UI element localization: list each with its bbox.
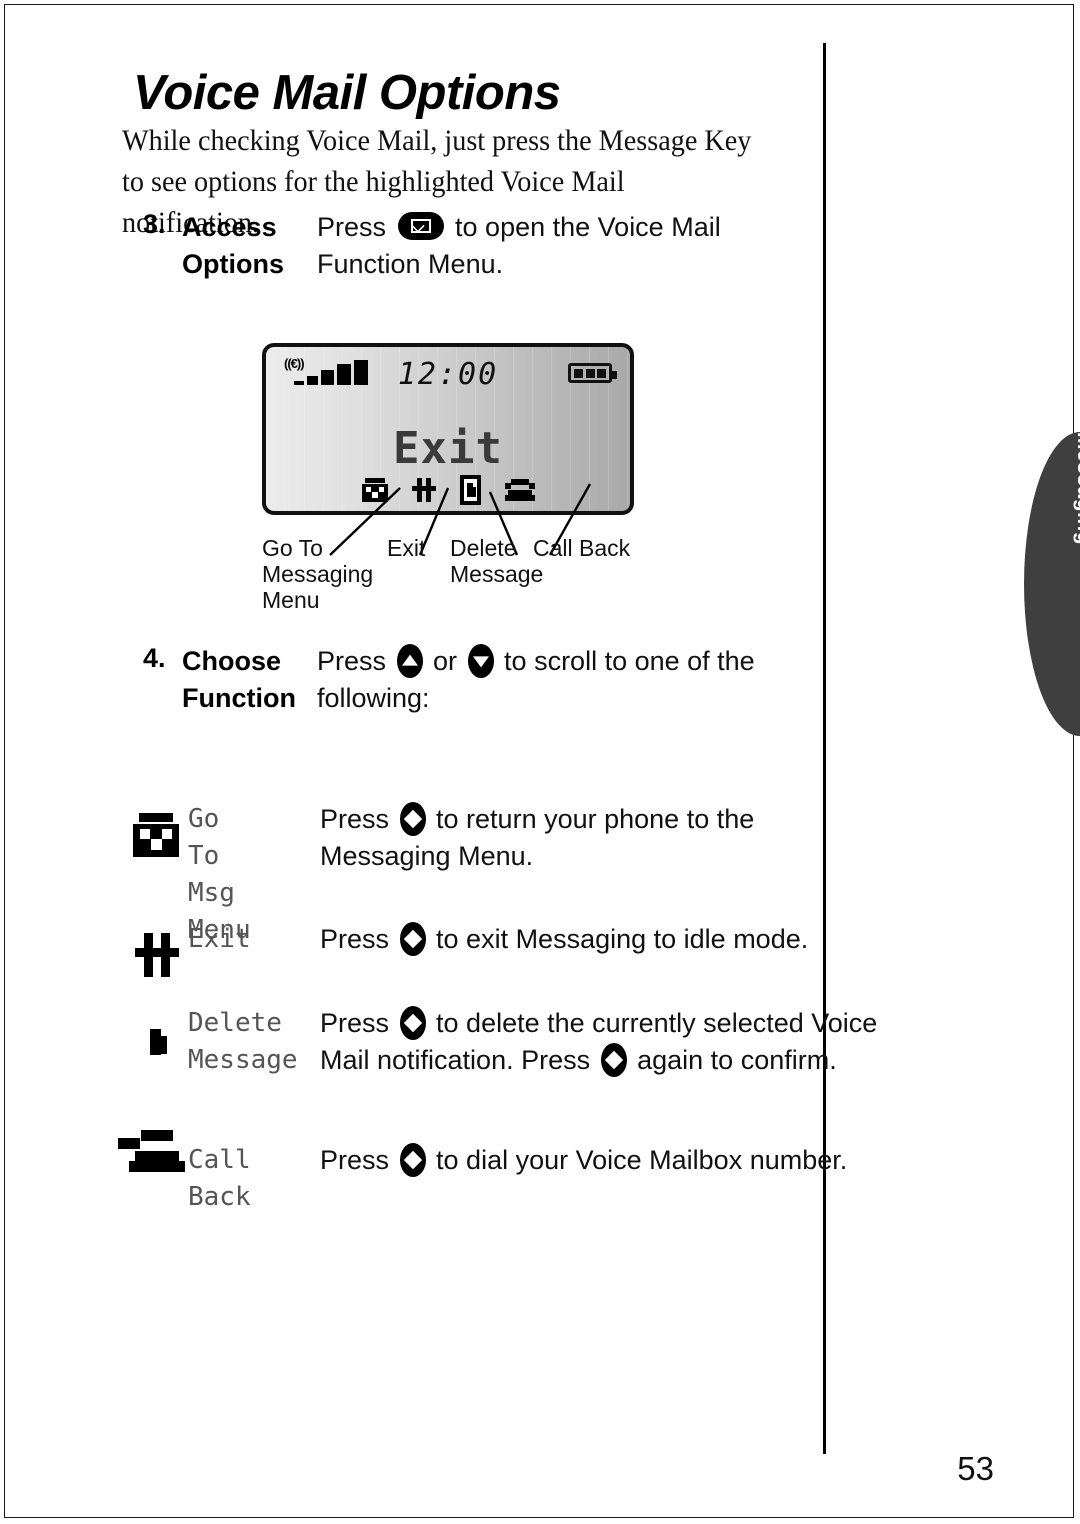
scroll-down-key-icon[interactable] xyxy=(467,644,494,678)
fn1-post: to exit Messaging to idle mode. xyxy=(428,924,809,954)
callout-call-back: Call Back xyxy=(533,535,631,561)
step-4-label: Choose Function xyxy=(182,646,296,713)
step-3-text-pre: Press xyxy=(317,212,394,242)
display-status-bar: ((€)) 12:00 xyxy=(266,353,630,392)
fn1-pre: Press xyxy=(320,924,397,954)
function-name-call-back: Call Back xyxy=(188,1145,251,1212)
display-function-icons xyxy=(266,475,630,505)
display-selected-label: Exit xyxy=(393,423,503,474)
page-title: Voice Mail Options xyxy=(133,65,561,120)
step-4-text-pre: Press xyxy=(317,646,394,676)
page-number: 53 xyxy=(957,1450,994,1487)
select-key-icon[interactable] xyxy=(600,1043,627,1077)
delete-message-icon[interactable] xyxy=(459,475,481,505)
fn0-pre: Press xyxy=(320,804,397,834)
step-3-number: 3. xyxy=(143,209,166,239)
fn0-post: to return your phone to the xyxy=(428,804,755,834)
message-key-icon[interactable] xyxy=(397,212,444,240)
select-key-icon[interactable] xyxy=(399,922,426,956)
step-4-body: Press or to scroll to one of the followi… xyxy=(317,643,837,717)
step-3-label: Access Options xyxy=(182,212,284,279)
go-to-messaging-icon[interactable] xyxy=(361,478,388,502)
fn3-pre: Press xyxy=(320,1145,397,1175)
step-4-text-mid: or xyxy=(425,646,465,676)
callout-labels: Go To Messaging Menu Exit Delete Message… xyxy=(0,530,820,630)
function-desc-exit: Press to exit Messaging to idle mode. xyxy=(320,921,840,958)
side-tab-label: Messaging xyxy=(1073,432,1080,546)
step-4-text-post: to scroll to one of the xyxy=(496,646,755,676)
fn3-post: to dial your Voice Mailbox number. xyxy=(428,1145,848,1175)
step-3-text-line2: Function Menu. xyxy=(317,249,504,279)
battery-full-icon xyxy=(568,363,617,383)
step-4-text-line2: following: xyxy=(317,683,430,713)
fn2-post2: again to confirm. xyxy=(629,1045,837,1075)
select-key-icon[interactable] xyxy=(399,1143,426,1177)
select-key-icon[interactable] xyxy=(399,802,426,836)
fn2-post: to delete the currently selected Voice xyxy=(428,1008,878,1038)
function-name-delete-message: Delete Message xyxy=(188,1008,298,1075)
step-3-body: Press to open the Voice Mail Function Me… xyxy=(317,209,837,283)
function-desc-delete-message: Press to delete the currently selected V… xyxy=(320,1005,880,1079)
select-key-icon[interactable] xyxy=(399,1006,426,1040)
step-3-text-post: to open the Voice Mail xyxy=(447,212,721,242)
fn2-pre: Press xyxy=(320,1008,397,1038)
function-name-exit: Exit xyxy=(188,924,251,954)
step-4-number: 4. xyxy=(143,643,166,673)
call-back-icon[interactable] xyxy=(504,479,535,501)
exit-icon[interactable] xyxy=(411,478,436,502)
callout-go-to: Go To Messaging Menu xyxy=(262,535,374,613)
function-desc-go-to-messaging: Press to return your phone to the Messag… xyxy=(320,801,840,875)
fn0-line2: Messaging Menu. xyxy=(320,841,534,871)
callout-exit: Exit xyxy=(387,535,426,561)
function-desc-call-back: Press to dial your Voice Mailbox number. xyxy=(320,1142,880,1179)
side-tab-messaging[interactable]: Messaging xyxy=(1024,432,1080,736)
phone-display: ((€)) 12:00 Exit xyxy=(262,343,634,515)
fn2-pre2: Mail notification. Press xyxy=(320,1045,598,1075)
callout-delete: Delete Message xyxy=(450,535,544,587)
scroll-up-key-icon[interactable] xyxy=(396,644,423,678)
